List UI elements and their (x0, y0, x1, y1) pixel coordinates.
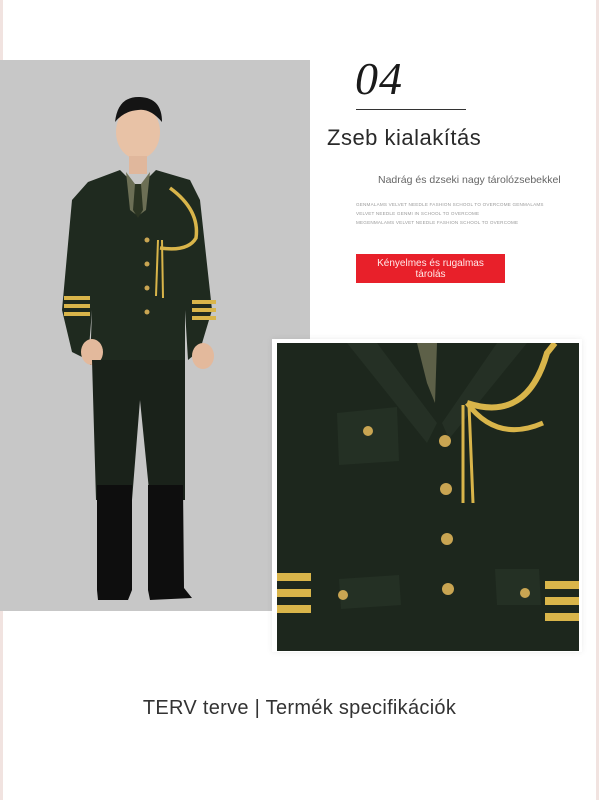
jacket-detail-photo (277, 343, 579, 651)
jacket-detail-photo-frame (272, 339, 582, 652)
small-line: VELVET NEEDLE GENMI IN SCHOOL TO OVERCOM… (356, 211, 480, 216)
number-underline (356, 109, 466, 110)
small-line: GENMALAMS VELVET NEEDLE FASHION SCHOOL T… (356, 202, 544, 207)
footer-heading: TERV terve | Termék specifikációk (142, 697, 457, 719)
feature-badge-label: Kényelmes és rugalmas tárolás (377, 257, 484, 280)
section-subtitle: Nadrág és dzseki nagy tárolózsebekkel (378, 174, 561, 186)
jacket-detail-illustration (277, 343, 579, 651)
section-number: 04 (355, 53, 403, 104)
full-body-uniform-photo (0, 60, 310, 611)
small-line: MEGENMALAMS VELVET NEEDLE FASHION SCHOOL… (356, 220, 519, 225)
uniform-illustration (0, 60, 310, 611)
small-description-text: GENMALAMS VELVET NEEDLE FASHION SCHOOL T… (356, 200, 556, 227)
section-title: Zseb kialakítás (327, 125, 482, 150)
feature-badge: Kényelmes és rugalmas tárolás (356, 254, 505, 283)
